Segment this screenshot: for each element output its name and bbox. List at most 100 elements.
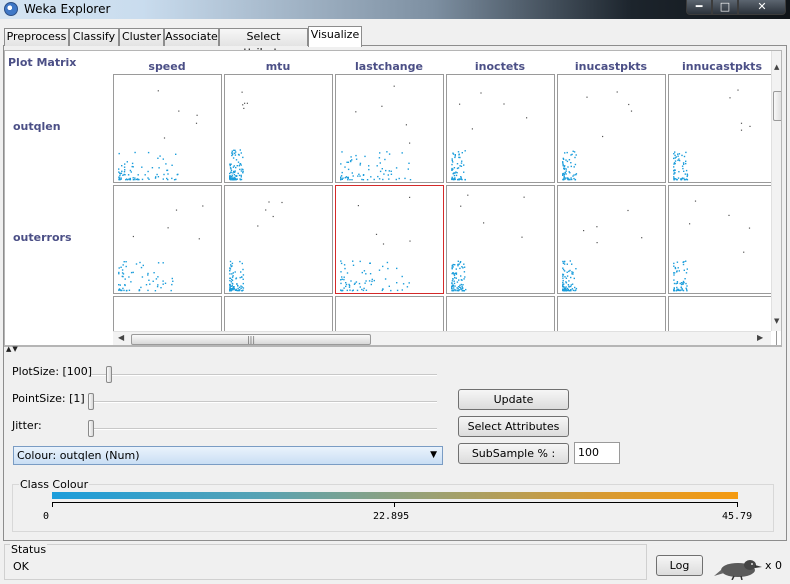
scatter-point	[347, 176, 349, 179]
scatter-point	[409, 179, 412, 181]
scatter-point	[244, 102, 246, 104]
scatter-point	[229, 267, 231, 269]
scatter-point	[728, 214, 730, 216]
scatter-point	[361, 288, 363, 291]
scatter-point	[361, 271, 363, 274]
horizontal-scroll-thumb[interactable]: |||	[131, 334, 371, 345]
tab-cluster[interactable]: Cluster	[119, 28, 164, 46]
point-size-slider-track[interactable]	[91, 401, 437, 403]
scatter-point	[378, 178, 381, 180]
scatter-point	[132, 179, 135, 181]
plot-cell-outqlen-mtu[interactable]	[224, 74, 333, 183]
vertical-scroll-thumb[interactable]	[773, 91, 781, 121]
plot-cell-outqlen-speed[interactable]	[113, 74, 222, 183]
close-button[interactable]: ✕	[738, 0, 786, 15]
scatter-point	[242, 172, 244, 174]
weka-bird-icon[interactable]	[712, 556, 762, 580]
plot-cell-outqlen-lastchange[interactable]	[335, 74, 444, 183]
scatter-point	[673, 153, 675, 155]
scatter-point	[673, 169, 676, 171]
scatter-point	[124, 169, 126, 171]
scatter-point	[162, 262, 164, 264]
plot-cell-outerrors-inoctets[interactable]	[446, 185, 555, 294]
point-size-slider-thumb[interactable]	[88, 393, 94, 410]
scatter-point	[562, 162, 564, 164]
scatter-point	[676, 179, 678, 181]
jitter-slider-track[interactable]	[91, 428, 437, 430]
scatter-point	[570, 165, 572, 168]
scatter-point	[563, 175, 565, 177]
scatter-point	[677, 153, 679, 155]
plot-cell-outqlen-inucastpkts[interactable]	[557, 74, 666, 183]
colour-attribute-select[interactable]: Colour: outqlen (Num) ▼	[13, 446, 443, 465]
scatter-point	[456, 172, 458, 174]
scatter-point	[729, 97, 731, 99]
scatter-point	[378, 269, 381, 271]
scatter-point	[138, 289, 141, 292]
scatter-point	[341, 171, 343, 174]
tab-classify[interactable]: Classify	[69, 28, 119, 46]
scatter-point	[573, 177, 575, 180]
scatter-point	[570, 285, 572, 288]
plot-size-slider-thumb[interactable]	[106, 366, 112, 383]
subsample-percent-input[interactable]: 100	[574, 442, 620, 464]
subsample-button[interactable]: SubSample % :	[458, 443, 569, 464]
tab-preprocess[interactable]: Preprocess	[4, 28, 69, 46]
splitter-arrows-icon[interactable]: ▲▼	[6, 345, 19, 353]
tab-visualize[interactable]: Visualize	[308, 26, 362, 47]
scatter-point	[385, 169, 387, 172]
plot-cell-outqlen-inoctets[interactable]	[446, 74, 555, 183]
scatter-point	[686, 175, 688, 178]
scatter-point	[175, 209, 178, 211]
scatter-point	[387, 174, 389, 176]
scatter-point	[460, 288, 462, 290]
scatter-point	[239, 179, 242, 181]
scatter-point	[365, 273, 367, 275]
dropdown-arrow-icon[interactable]: ▼	[430, 447, 437, 464]
update-button[interactable]: Update	[458, 389, 569, 410]
scatter-point	[748, 227, 751, 229]
scatter-point	[376, 165, 378, 167]
title-bar[interactable]: Weka Explorer ━ □ ✕	[0, 0, 790, 19]
tab-associate[interactable]: Associate	[164, 28, 219, 46]
minimize-button[interactable]: ━	[686, 0, 712, 15]
scroll-left-icon[interactable]: ◀	[118, 333, 124, 342]
scatter-point	[563, 263, 566, 265]
plot-cell-outerrors-innucastpkts[interactable]	[668, 185, 777, 294]
scatter-point	[347, 179, 349, 181]
plot-cell-outqlen-innucastpkts[interactable]	[668, 74, 777, 183]
scatter-point	[737, 89, 739, 91]
scatter-point	[130, 171, 132, 173]
plot-cell-outerrors-lastchange[interactable]	[335, 185, 444, 294]
scatter-point	[229, 269, 231, 272]
scroll-right-icon[interactable]: ▶	[757, 333, 763, 342]
maximize-button[interactable]: □	[712, 0, 738, 15]
plot-cell-outerrors-inucastpkts[interactable]	[557, 185, 666, 294]
scatter-point	[340, 262, 343, 265]
vertical-scrollbar[interactable]: ▲ ▼	[771, 51, 781, 331]
select-attributes-button[interactable]: Select Attributes	[458, 416, 569, 437]
scatter-point	[405, 124, 407, 126]
tab-select-attributes[interactable]: Select attributes	[219, 28, 308, 59]
horizontal-scrollbar[interactable]: ◀ ||| ▶	[113, 331, 771, 345]
scatter-point	[572, 271, 574, 274]
scroll-up-icon[interactable]: ▲	[774, 63, 779, 71]
jitter-slider-thumb[interactable]	[88, 420, 94, 437]
scatter-point	[137, 178, 139, 181]
scatter-point	[461, 285, 463, 288]
scatter-point	[229, 179, 232, 181]
plot-cell-outerrors-mtu[interactable]	[224, 185, 333, 294]
plot-size-slider-track[interactable]	[91, 374, 437, 376]
scatter-point	[141, 166, 143, 168]
scatter-point	[229, 289, 231, 291]
scroll-down-icon[interactable]: ▼	[774, 317, 779, 325]
plot-cell-outerrors-speed[interactable]	[113, 185, 222, 294]
scatter-point	[231, 153, 234, 156]
panel-splitter[interactable]	[4, 346, 782, 351]
scatter-point	[149, 283, 151, 285]
log-button[interactable]: Log	[656, 555, 703, 576]
scatter-point	[147, 151, 150, 154]
scatter-point	[683, 261, 685, 263]
scatter-point	[232, 166, 235, 168]
scatter-point	[641, 237, 643, 239]
